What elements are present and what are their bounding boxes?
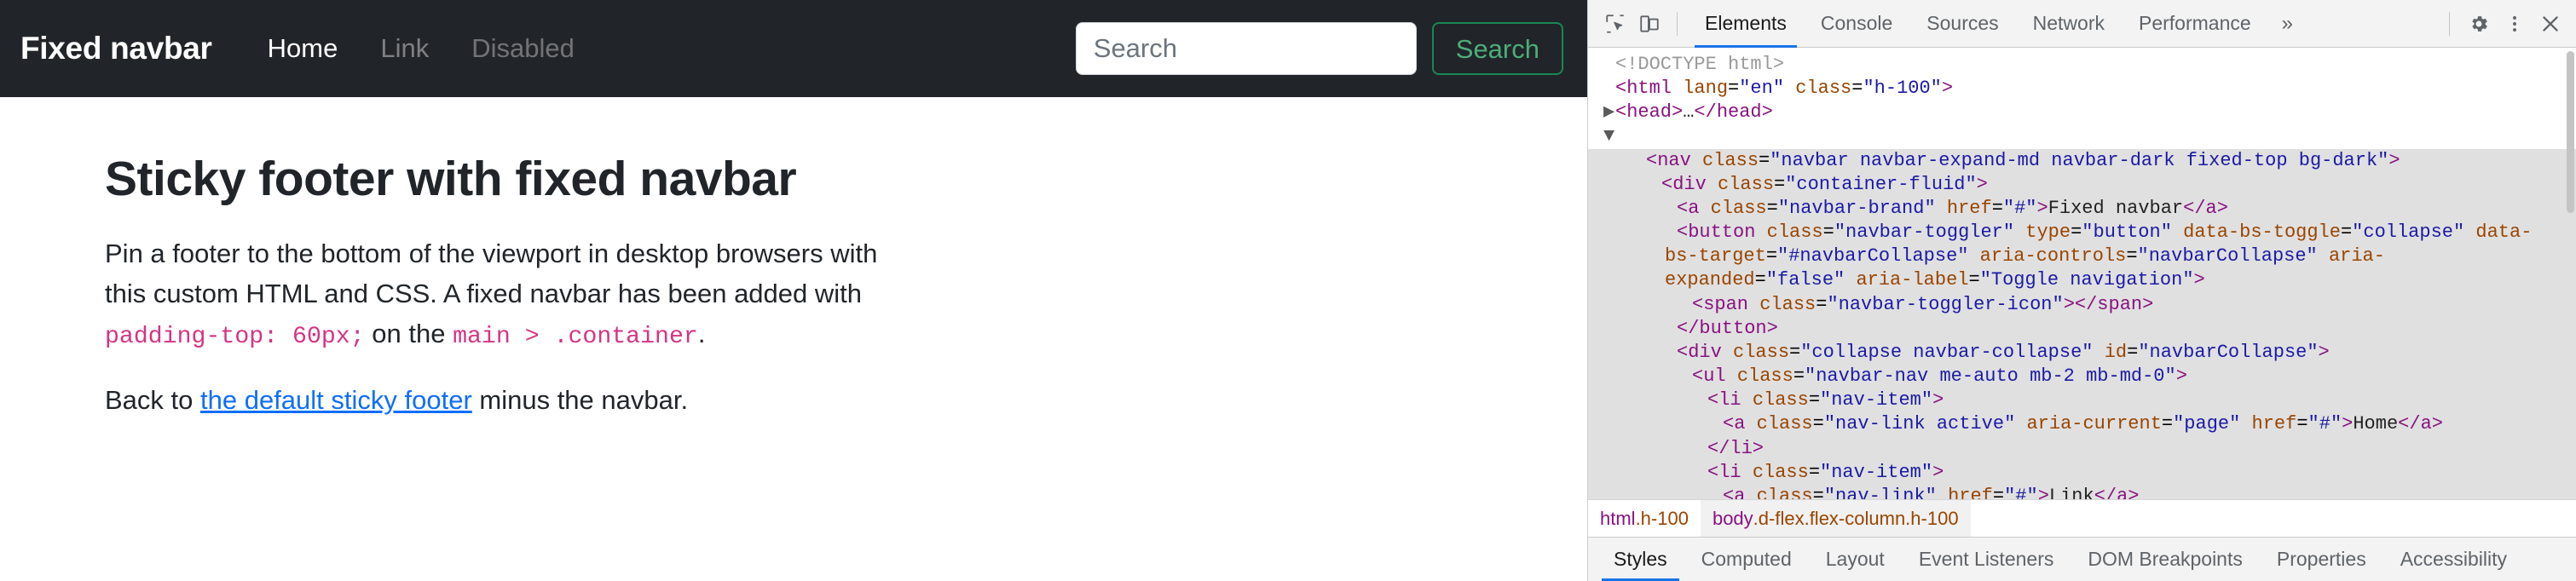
- code-main-container: main > .container: [453, 323, 698, 350]
- dom-node-line[interactable]: ▼: [1588, 124, 2576, 148]
- tab-properties[interactable]: Properties: [2260, 538, 2383, 581]
- page-title: Sticky footer with fixed navbar: [105, 152, 797, 206]
- disclosure-triangle-icon[interactable]: ▶: [1603, 101, 1615, 124]
- dom-node-line[interactable]: <li class="nav-item">: [1588, 460, 2576, 485]
- devtools-tab-strip: Elements Console Sources Network Perform…: [1688, 0, 2268, 48]
- dom-node-line[interactable]: <div class="container-fluid">: [1588, 172, 2576, 197]
- rendered-page: Fixed navbar Home Link Disabled Search S…: [0, 0, 1587, 581]
- tab-network[interactable]: Network: [2016, 0, 2122, 48]
- dom-tree-scroll-thumb[interactable]: [2567, 51, 2574, 213]
- breadcrumb-class: .d-flex.flex-column.h-100: [1753, 507, 1959, 529]
- breadcrumb-item[interactable]: body .d-flex.flex-column.h-100: [1700, 499, 1971, 538]
- tab-console[interactable]: Console: [1804, 0, 1909, 48]
- content-container: Sticky footer with fixed navbar Pin a fo…: [0, 152, 938, 420]
- disclosure-triangle-icon[interactable]: ▼: [1603, 124, 1615, 148]
- dom-node-line[interactable]: </li>: [1588, 436, 2576, 461]
- tab-layout[interactable]: Layout: [1809, 538, 1902, 581]
- navbar-nav: Home Link Disabled: [246, 33, 596, 64]
- breadcrumb-class: .h-100: [1635, 507, 1689, 529]
- nav-link-link[interactable]: Link: [359, 33, 450, 64]
- devtools-toolbar-right: [2439, 7, 2567, 41]
- dom-node-line[interactable]: <div class="collapse navbar-collapse" id…: [1588, 340, 2576, 365]
- navbar-search-form: Search: [1075, 22, 1563, 75]
- nav-item-home: Home: [246, 33, 360, 64]
- toolbar-divider: [1677, 11, 1678, 36]
- breadcrumb-tag: body: [1712, 507, 1753, 529]
- breadcrumb-tag: html: [1600, 507, 1636, 529]
- inspect-element-icon[interactable]: [1598, 7, 1632, 41]
- dom-node-line[interactable]: <a class="navbar-brand" href="#">Fixed n…: [1588, 196, 2576, 221]
- dom-node-line[interactable]: <ul class="navbar-nav me-auto mb-2 mb-md…: [1588, 365, 2576, 389]
- breadcrumb: html .h-100 body .d-flex.flex-column.h-100: [1588, 499, 2576, 538]
- default-sticky-footer-link[interactable]: the default sticky footer: [200, 385, 472, 415]
- devtools-panel: Elements Console Sources Network Perform…: [1587, 0, 2576, 581]
- tab-accessibility[interactable]: Accessibility: [2383, 538, 2524, 581]
- lead-text-2: on the: [364, 318, 453, 348]
- nav-item-disabled: Disabled: [450, 33, 596, 64]
- tab-styles[interactable]: Styles: [1597, 538, 1684, 581]
- back-text-2: minus the navbar.: [471, 384, 689, 415]
- tab-dom-breakpoints[interactable]: DOM Breakpoints: [2071, 538, 2260, 581]
- sidebar-tab-strip: Styles Computed Layout Event Listeners D…: [1588, 537, 2576, 581]
- tab-event-listeners[interactable]: Event Listeners: [1902, 538, 2071, 581]
- tab-sources[interactable]: Sources: [1909, 0, 2015, 48]
- lead-text-3: .: [697, 318, 706, 348]
- dom-node-line[interactable]: <li class="nav-item">: [1588, 388, 2576, 413]
- nav-item-link: Link: [359, 33, 450, 64]
- nav-link-home[interactable]: Home: [246, 33, 360, 64]
- search-button[interactable]: Search: [1431, 22, 1563, 75]
- dom-node-line[interactable]: </button>: [1588, 316, 2576, 341]
- tab-computed[interactable]: Computed: [1684, 538, 1809, 581]
- device-toolbar-icon[interactable]: [1632, 7, 1666, 41]
- search-input[interactable]: [1075, 22, 1417, 75]
- fixed-navbar: Fixed navbar Home Link Disabled Search: [0, 0, 1587, 97]
- tab-elements[interactable]: Elements: [1688, 0, 1804, 48]
- toolbar-divider-right: [2449, 11, 2450, 36]
- close-icon[interactable]: [2533, 7, 2567, 41]
- dom-node-line[interactable]: <!DOCTYPE html>: [1588, 53, 2576, 77]
- dom-node-line[interactable]: <a class="nav-link" href="#">Link</a>: [1588, 484, 2576, 499]
- dom-node-line[interactable]: <span class="navbar-toggler-icon"></span…: [1588, 292, 2576, 317]
- navbar-brand[interactable]: Fixed navbar: [20, 31, 212, 66]
- main-content: Sticky footer with fixed navbar Pin a fo…: [0, 97, 1587, 420]
- breadcrumb-item[interactable]: html .h-100: [1588, 500, 1701, 538]
- lead-text-1: Pin a footer to the bottom of the viewpo…: [105, 238, 878, 308]
- dom-node-line[interactable]: ▶<head>…</head>: [1588, 101, 2576, 124]
- browser-window: Fixed navbar Home Link Disabled Search S…: [0, 0, 2576, 581]
- gear-icon[interactable]: [2462, 7, 2496, 41]
- nav-link-disabled: Disabled: [471, 33, 575, 63]
- dom-node-line[interactable]: <a class="nav-link active" aria-current=…: [1588, 412, 2576, 437]
- tab-performance[interactable]: Performance: [2122, 0, 2268, 48]
- more-tabs-icon[interactable]: »: [2268, 12, 2307, 36]
- code-padding-top: padding-top: 60px;: [105, 323, 365, 350]
- lead-paragraph: Pin a footer to the bottom of the viewpo…: [105, 233, 887, 356]
- devtools-toolbar: Elements Console Sources Network Perform…: [1588, 0, 2576, 48]
- back-text-1: Back to: [105, 384, 200, 415]
- dom-node-line[interactable]: <nav class="navbar navbar-expand-md navb…: [1588, 148, 2576, 173]
- dom-tree[interactable]: <!DOCTYPE html> <html lang="en" class="h-…: [1588, 48, 2576, 499]
- more-vertical-icon[interactable]: [2498, 7, 2532, 41]
- dom-tree-scrollbar[interactable]: [2564, 48, 2576, 499]
- back-paragraph: Back to the default sticky footer minus …: [105, 380, 887, 420]
- dom-node-line[interactable]: <html lang="en" class="h-100">: [1588, 77, 2576, 101]
- dom-node-line[interactable]: <button class="navbar-toggler" type="but…: [1588, 221, 2576, 293]
